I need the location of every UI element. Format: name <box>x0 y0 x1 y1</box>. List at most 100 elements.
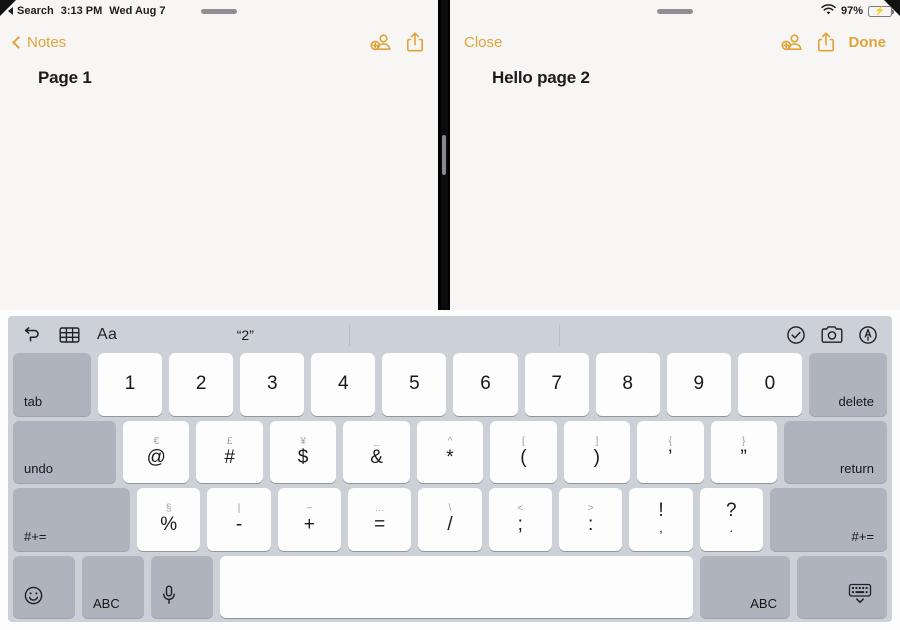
left-pane-toolbar: Notes <box>0 22 438 62</box>
key-6[interactable]: 6 <box>453 353 518 416</box>
key-2[interactable]: 2 <box>169 353 234 416</box>
key-0[interactable]: 0 <box>737 353 802 416</box>
right-pane-notes: 97% ⚡ Close Done Hello page 2 <box>450 0 900 310</box>
right-note-title[interactable]: Hello page 2 <box>450 62 900 88</box>
text-format-button[interactable]: Aa <box>97 326 117 344</box>
battery-percent-label: 97% <box>840 5 863 17</box>
right-pane-toolbar: Close Done <box>450 22 900 62</box>
multitasking-drag-handle-left[interactable] <box>201 9 237 14</box>
suggestion-item[interactable] <box>349 323 558 346</box>
key-secondary-label: } <box>742 435 746 447</box>
back-to-notes-button[interactable]: Notes <box>12 33 67 51</box>
key-9[interactable]: 9 <box>666 353 731 416</box>
key-quote[interactable]: } ” <box>710 420 777 483</box>
key-space[interactable] <box>220 555 693 618</box>
key-abc-left[interactable]: ABC <box>82 555 144 618</box>
key-secondary-label: ] <box>595 435 599 447</box>
key-primary-label: ) <box>593 446 600 468</box>
key-secondary-label: < <box>517 503 524 515</box>
key-secondary-label: . <box>729 520 734 536</box>
key-primary-label: / <box>447 514 453 536</box>
dismiss-keyboard-icon <box>846 583 874 611</box>
key-3[interactable]: 3 <box>240 353 305 416</box>
keyboard-row-3: #+= § % | - ~ + … = \ / < ; >: ! , ? . … <box>13 488 887 551</box>
key-4[interactable]: 4 <box>311 353 376 416</box>
split-view-grab-handle[interactable] <box>442 135 446 175</box>
left-note-title[interactable]: Page 1 <box>0 62 438 88</box>
back-button-label: Notes <box>27 33 67 51</box>
key-5[interactable]: 5 <box>382 353 447 416</box>
key-8[interactable]: 8 <box>595 353 660 416</box>
key-question-period[interactable]: ? . <box>699 488 763 551</box>
table-icon[interactable] <box>59 326 80 344</box>
share-icon[interactable] <box>817 31 835 53</box>
key-dismiss-keyboard[interactable] <box>797 555 887 618</box>
keyboard-row-4: ABC ABC <box>13 555 887 618</box>
key-symbols-shift-left[interactable]: #+= <box>13 488 130 551</box>
key-symbols-shift-right[interactable]: #+= <box>769 488 887 551</box>
keyboard-inner: Aa “2” tab 1 2 3 4 5 6 7 8 9 0 delete un… <box>8 316 892 622</box>
key-1[interactable]: 1 <box>98 353 163 416</box>
add-person-icon[interactable] <box>370 33 392 51</box>
add-person-icon[interactable] <box>780 33 803 51</box>
key-paren-open[interactable]: [ ( <box>490 420 557 483</box>
camera-icon[interactable] <box>821 325 843 344</box>
key-percent[interactable]: § % <box>137 488 201 551</box>
keyboard-row-2: undo € @ £ # ¥ $ _ & ^ * [(]) {’} ”… <box>13 420 887 483</box>
key-return[interactable]: return <box>783 420 887 483</box>
key-equals[interactable]: … = <box>347 488 412 551</box>
key-7[interactable]: 7 <box>524 353 589 416</box>
key-emoji[interactable] <box>13 555 75 618</box>
key-secondary-label: £ <box>226 435 233 447</box>
key-slash[interactable]: \ / <box>418 488 482 551</box>
chevron-left-icon <box>12 35 25 49</box>
key-exclamation-comma[interactable]: ! , <box>629 488 693 551</box>
multitasking-drag-handle-right[interactable] <box>657 9 693 14</box>
key-abc-right[interactable]: ABC <box>700 555 790 618</box>
key-secondary-label: \ <box>448 503 452 515</box>
key-secondary-label: > <box>587 503 594 515</box>
key-at[interactable]: € @ <box>123 420 190 483</box>
key-paren-close[interactable]: ] ) <box>563 420 631 483</box>
status-time: 3:13 PM <box>60 5 103 17</box>
key-asterisk[interactable]: ^ * <box>416 420 484 483</box>
close-button[interactable]: Close <box>464 34 502 51</box>
key-primary-label: + <box>303 514 315 536</box>
key-ampersand[interactable]: _ & <box>343 420 410 483</box>
status-back-app-label[interactable]: Search <box>17 5 54 17</box>
key-tab[interactable]: tab <box>13 353 91 416</box>
key-primary-label: ( <box>520 446 527 468</box>
share-icon[interactable] <box>406 31 424 53</box>
checklist-circle-icon[interactable] <box>786 325 806 345</box>
key-hash[interactable]: £ # <box>196 420 263 483</box>
suggestion-item[interactable]: “2” <box>141 324 349 346</box>
key-secondary-label: , <box>659 520 663 536</box>
key-apostrophe[interactable]: { ’ <box>637 420 704 483</box>
key-primary-label: # <box>224 446 235 468</box>
key-plus[interactable]: ~ + <box>277 488 341 551</box>
key-secondary-label: ^ <box>447 435 453 447</box>
key-dollar[interactable]: ¥ $ <box>269 420 337 483</box>
split-view-divider[interactable] <box>438 0 450 310</box>
key-primary-label: = <box>374 514 386 536</box>
shortcut-left-group: Aa <box>22 325 117 345</box>
done-button[interactable]: Done <box>849 34 887 51</box>
key-delete[interactable]: delete <box>808 353 887 416</box>
key-secondary-label: { <box>668 435 672 447</box>
key-semicolon[interactable]: < ; <box>488 488 552 551</box>
key-microphone[interactable] <box>151 555 213 618</box>
key-primary-label: @ <box>146 446 166 468</box>
split-view-divider-bar <box>440 0 448 310</box>
undo-arrow-icon[interactable] <box>22 325 42 345</box>
key-undo[interactable]: undo <box>13 420 116 483</box>
suggestion-item[interactable] <box>558 323 768 346</box>
microphone-icon <box>162 585 176 611</box>
keyboard-row-1: tab 1 2 3 4 5 6 7 8 9 0 delete <box>13 353 887 416</box>
key-colon[interactable]: > : <box>558 488 623 551</box>
key-hyphen[interactable]: | - <box>207 488 271 551</box>
key-secondary-label: ~ <box>306 503 313 515</box>
markup-pen-circle-icon[interactable] <box>858 325 878 345</box>
shortcut-right-group <box>786 325 878 345</box>
onscreen-keyboard: Aa “2” tab 1 2 3 4 5 6 7 8 9 0 delete un… <box>0 310 900 630</box>
key-secondary-label: _ <box>373 435 380 447</box>
